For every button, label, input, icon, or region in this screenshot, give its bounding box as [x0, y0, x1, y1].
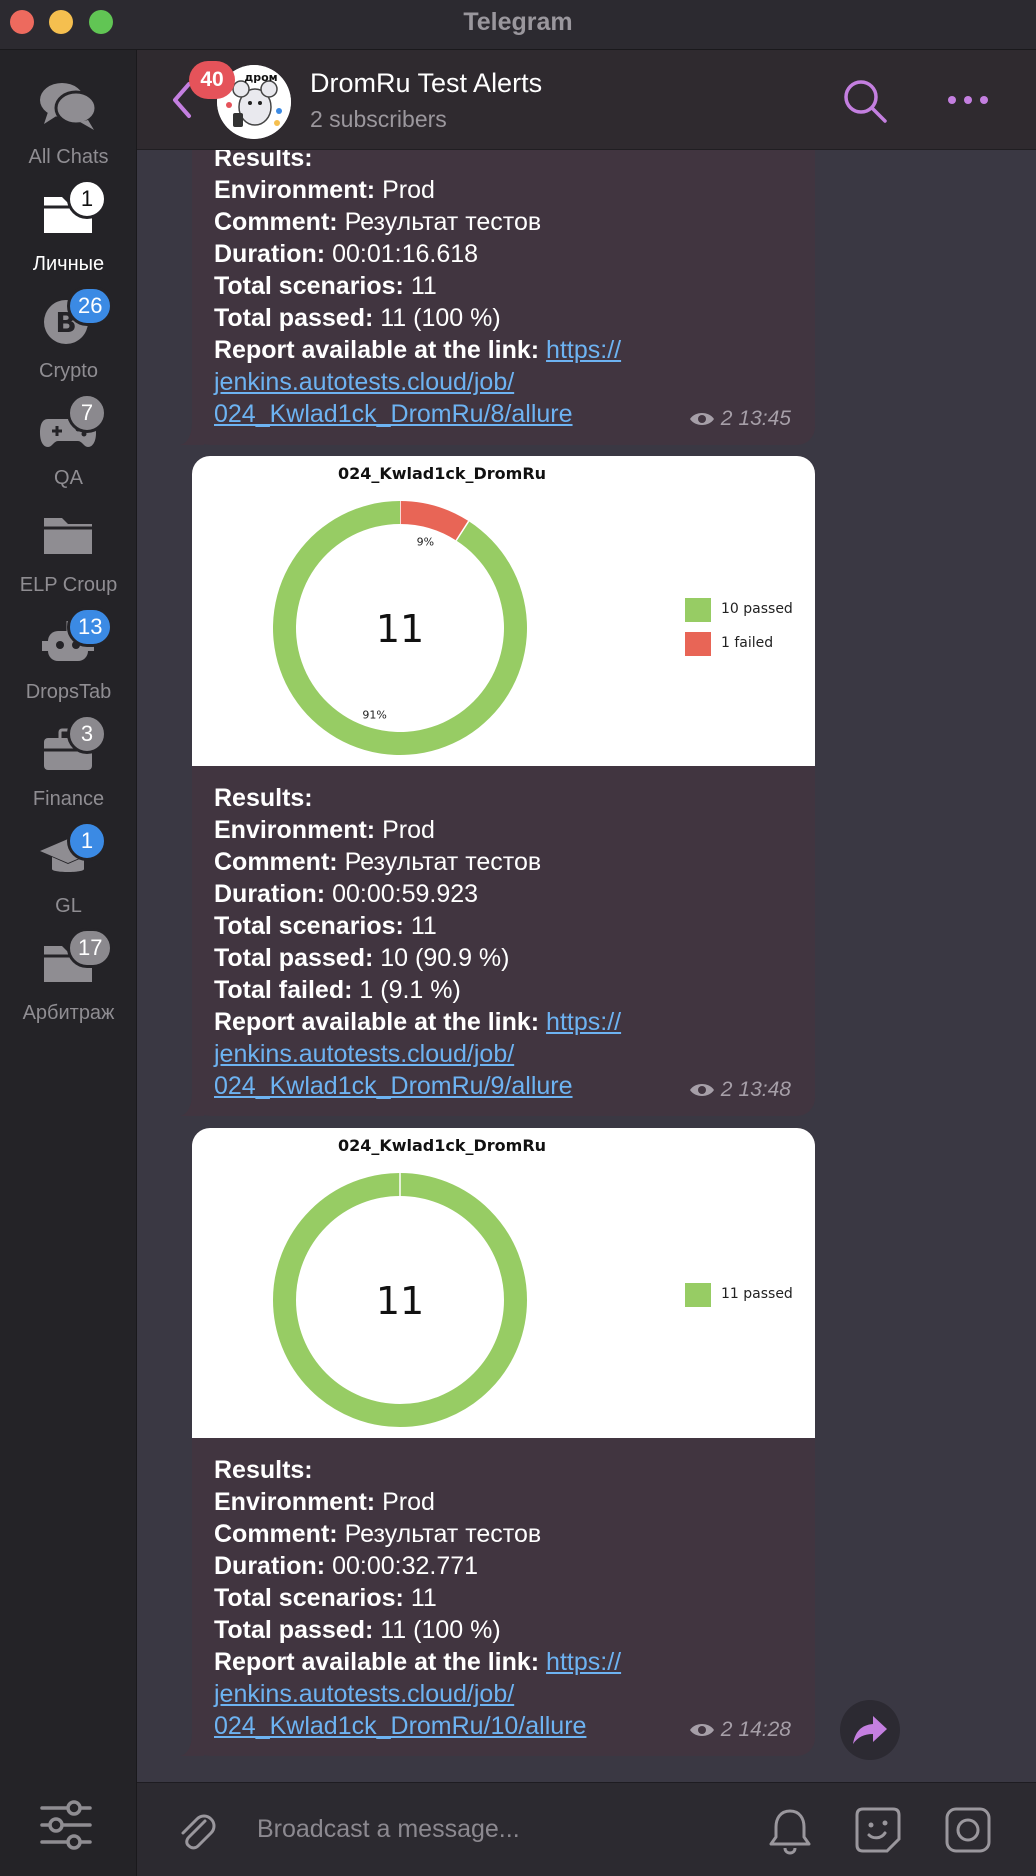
views-eye-icon [689, 413, 714, 425]
report-link[interactable]: 024_Kwlad1ck_DromRu/9/allure [214, 1072, 573, 1100]
unread-badge: 7 [67, 393, 107, 433]
video-message-icon[interactable] [943, 1805, 993, 1855]
message-text: Results: Environment: Prod Comment: Резу… [214, 1456, 622, 1740]
folder-label: All Chats [28, 146, 109, 168]
folder-label: ELP Croup [19, 574, 118, 596]
more-options-icon[interactable] [947, 90, 989, 110]
avatar-text: дром [244, 71, 277, 84]
folder-label: Арбитраж [22, 1002, 115, 1024]
views-eye-icon [689, 1724, 714, 1736]
chart-image[interactable]: 024_Kwlad1ck_DromRu 91% 9% 11 10 passed 1 … [192, 456, 815, 766]
passed-line: Total passed: 11 (100 %) [214, 304, 501, 332]
unread-badge: 26 [67, 286, 114, 326]
message-meta: 2 14:28 [689, 1718, 791, 1742]
folder-sidebar: All Chats 1 Личные B 26 Crypto 7 QA ELP … [0, 50, 137, 1876]
donut-center-label: 11 [376, 607, 424, 651]
message-meta: 2 13:45 [689, 407, 791, 431]
report-link[interactable]: https:// [546, 336, 621, 364]
folder-label: Личные [32, 253, 105, 275]
donut-center-label: 11 [376, 1279, 424, 1323]
message-input[interactable]: Broadcast a message... [257, 1815, 520, 1844]
report-link[interactable]: 024_Kwlad1ck_DromRu/10/allure [214, 1712, 586, 1740]
comment-line: Comment: Результат тестов [214, 208, 542, 236]
unread-badge: 17 [67, 928, 114, 968]
share-arrow-icon [853, 1716, 887, 1744]
chart-image[interactable]: 024_Kwlad1ck_DromRu 11 11 passed [192, 1128, 815, 1438]
report-link[interactable]: https:// [546, 1648, 621, 1676]
folder-settings-icon[interactable] [38, 1800, 94, 1850]
unread-badge: 3 [67, 714, 107, 754]
unread-count-badge: 40 [189, 61, 235, 99]
window-title: Telegram [463, 8, 573, 36]
slice-label: 91% [362, 708, 386, 721]
duration-line: Duration: 00:01:16.618 [214, 240, 479, 268]
legend-swatch [685, 632, 711, 656]
bell-icon[interactable] [766, 1805, 814, 1855]
bubble-tail [180, 1732, 204, 1756]
folder-label: Crypto [39, 360, 98, 382]
message-time: 13:45 [738, 407, 791, 430]
unread-badge: 1 [67, 821, 107, 861]
bubble-tail [180, 421, 204, 445]
report-link[interactable]: 024_Kwlad1ck_DromRu/8/allure [214, 400, 573, 428]
results-line: Results: [214, 150, 313, 172]
folder-label: DropsTab [25, 681, 112, 703]
slice-label: 9% [417, 536, 434, 549]
scenarios-line: Total scenarios: 11 [214, 272, 437, 300]
unread-badge: 13 [67, 607, 114, 647]
message-bubble: 024_Kwlad1ck_DromRu 91% 9% 11 10 passed 1 … [180, 456, 815, 1116]
report-line: Report available at the link: https:// [214, 336, 622, 364]
chats-icon [40, 83, 98, 130]
folder-label: Finance [32, 788, 105, 810]
message-meta: 2 13:48 [689, 1078, 791, 1102]
folder-icon [44, 518, 92, 554]
report-link[interactable]: jenkins.autotests.cloud/job/ [214, 368, 514, 396]
environment-line: Environment: Prod [214, 176, 435, 204]
donut-chart: 11 [273, 1173, 527, 1427]
channel-subscribers: 2 subscribers [310, 106, 447, 132]
message-list[interactable]: Results: Environment: Prod Comment: Резу… [137, 150, 1036, 1782]
view-count: 2 [720, 407, 733, 430]
search-icon[interactable] [842, 78, 888, 124]
forward-button[interactable] [840, 1700, 900, 1760]
message-bubble: 024_Kwlad1ck_DromRu 11 11 passed Results… [180, 1128, 815, 1756]
bubble-tail [180, 1092, 204, 1116]
report-link[interactable]: jenkins.autotests.cloud/job/ [214, 1680, 514, 1708]
report-link[interactable]: jenkins.autotests.cloud/job/ [214, 1040, 514, 1068]
unread-badge: 1 [67, 179, 107, 219]
channel-title[interactable]: DromRu Test Alerts [310, 68, 542, 99]
folder-label: QA [54, 467, 83, 489]
message-text: Results: Environment: Prod Comment: Резу… [214, 784, 622, 1100]
message-composer: Broadcast a message... [137, 1782, 1036, 1876]
message-text: Results: Environment: Prod Comment: Резу… [214, 150, 621, 430]
report-link[interactable]: https:// [546, 1008, 621, 1036]
views-eye-icon [689, 1084, 714, 1096]
legend-swatch [685, 1283, 711, 1307]
message-bubble: Results: Environment: Prod Comment: Резу… [180, 150, 815, 445]
legend-swatch [685, 598, 711, 622]
chat-header: 40 дром DromRu Test Alerts 2 subscribers [137, 50, 1036, 150]
donut-slice-failed [400, 501, 469, 541]
paperclip-icon[interactable] [175, 1809, 217, 1853]
folder-arbitrazh[interactable]: 17 Арбитраж [0, 928, 137, 1056]
folder-label: GL [55, 895, 82, 917]
sticker-icon[interactable] [853, 1805, 903, 1855]
title-bar: Telegram [0, 0, 1036, 50]
